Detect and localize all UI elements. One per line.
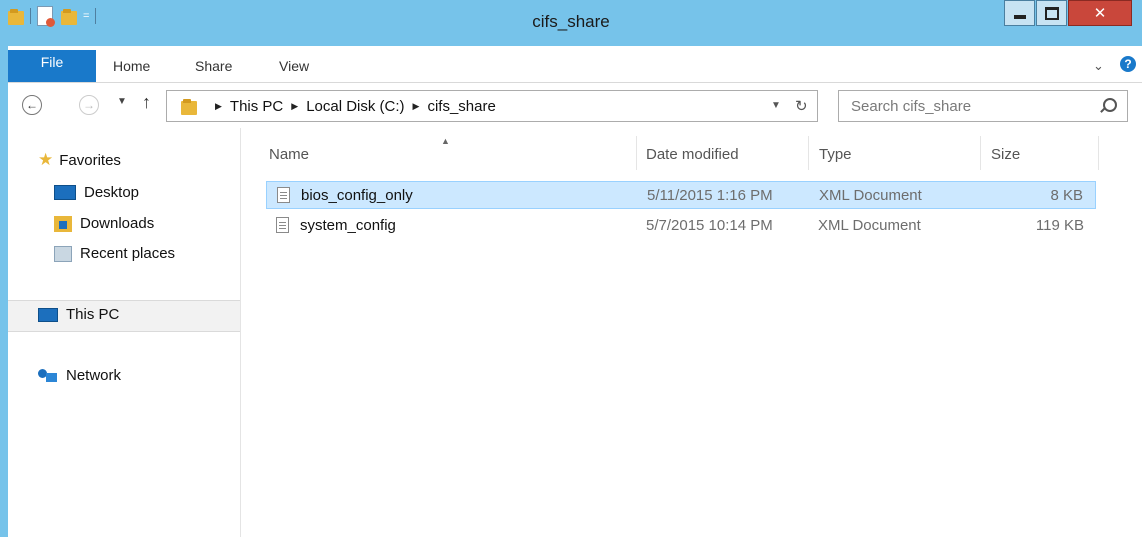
tab-file[interactable]: File <box>8 50 96 82</box>
column-divider[interactable] <box>1098 136 1099 170</box>
minimize-icon <box>1013 15 1026 19</box>
file-date-modified: 5/11/2015 1:16 PM <box>647 187 773 204</box>
recent-locations-icon[interactable]: ▼ <box>117 96 127 107</box>
address-row: ← → ▼ ↑ ▶ This PC ▶ Local Disk (C:) ▶ ci… <box>8 84 1142 126</box>
column-divider[interactable] <box>808 136 809 170</box>
file-size: 119 KB <box>1035 217 1084 234</box>
network-icon <box>38 368 58 383</box>
sort-ascending-icon: ▲ <box>441 136 450 146</box>
search-icon[interactable] <box>1103 98 1117 112</box>
close-button[interactable]: ✕ <box>1068 0 1132 26</box>
file-type: XML Document <box>819 187 922 204</box>
column-divider[interactable] <box>980 136 981 170</box>
star-icon: ★ <box>38 150 54 169</box>
nav-item-label: Desktop <box>84 184 140 201</box>
breadcrumb-cifs-share[interactable]: cifs_share <box>427 98 495 115</box>
column-label: Size <box>991 146 1021 163</box>
nav-item-downloads[interactable]: Downloads <box>54 215 154 232</box>
search-input[interactable]: Search cifs_share <box>838 90 1128 122</box>
nav-item-label: Downloads <box>80 215 155 232</box>
downloads-icon <box>54 215 72 232</box>
back-button[interactable]: ← <box>22 95 42 115</box>
search-placeholder: Search cifs_share <box>851 98 972 115</box>
table-row[interactable]: bios_config_only 5/11/2015 1:16 PM XML D… <box>266 181 1096 209</box>
close-icon: ✕ <box>1093 5 1107 22</box>
address-dropdown-icon[interactable]: ▼ <box>771 100 781 111</box>
folder-icon <box>181 97 197 115</box>
maximize-button[interactable] <box>1036 0 1067 26</box>
nav-item-network[interactable]: Network <box>38 367 121 384</box>
file-name: bios_config_only <box>301 187 413 204</box>
recent-places-icon <box>54 245 72 262</box>
up-button[interactable]: ↑ <box>142 92 151 113</box>
file-size: 8 KB <box>1050 187 1083 204</box>
file-type: XML Document <box>818 217 921 234</box>
title-bar[interactable]: = cifs_share ✕ <box>0 0 1142 46</box>
nav-item-recent-places[interactable]: Recent places <box>54 245 175 262</box>
tab-home[interactable]: Home <box>113 58 150 74</box>
column-label: Type <box>819 146 852 163</box>
expand-ribbon-icon[interactable]: ⌄ <box>1093 58 1104 74</box>
file-date-modified: 5/7/2015 10:14 PM <box>646 217 773 234</box>
xml-file-icon <box>276 217 289 233</box>
help-icon[interactable]: ? <box>1120 56 1136 72</box>
breadcrumb-local-disk[interactable]: Local Disk (C:) <box>306 98 404 115</box>
tab-share[interactable]: Share <box>195 58 232 74</box>
nav-item-label: Favorites <box>59 151 121 169</box>
nav-item-label: Network <box>66 367 122 384</box>
breadcrumb: ▶ This PC ▶ Local Disk (C:) ▶ cifs_share <box>207 98 496 115</box>
desktop-icon <box>54 185 76 200</box>
nav-item-label: Recent places <box>80 245 176 262</box>
nav-item-label: This PC <box>66 306 120 323</box>
breadcrumb-chevron-icon[interactable]: ▶ <box>215 101 222 112</box>
file-list: ▲ Name Date modified Type Size bios_conf… <box>241 128 1142 537</box>
column-label: Date modified <box>646 146 739 163</box>
nav-item-favorites[interactable]: ★ Favorites <box>38 150 121 170</box>
breadcrumb-this-pc[interactable]: This PC <box>230 98 283 115</box>
forward-button[interactable]: → <box>79 95 99 115</box>
navigation-pane: ★ Favorites Desktop Downloads Recent pla… <box>8 128 241 537</box>
nav-item-this-pc[interactable]: This PC <box>38 306 119 323</box>
xml-file-icon <box>277 187 290 203</box>
window-title: cifs_share <box>532 12 610 31</box>
refresh-icon[interactable]: ↻ <box>795 97 808 115</box>
computer-icon <box>38 307 58 322</box>
nav-item-desktop[interactable]: Desktop <box>54 184 139 201</box>
column-divider[interactable] <box>636 136 637 170</box>
tab-view[interactable]: View <box>279 58 309 74</box>
minimize-button[interactable] <box>1004 0 1035 26</box>
address-bar[interactable]: ▶ This PC ▶ Local Disk (C:) ▶ cifs_share… <box>166 90 818 122</box>
breadcrumb-chevron-icon[interactable]: ▶ <box>413 101 420 112</box>
maximize-icon <box>1044 6 1059 20</box>
breadcrumb-chevron-icon[interactable]: ▶ <box>291 101 298 112</box>
file-name: system_config <box>300 217 396 234</box>
ribbon-tabs: File Home Share View ⌄ ? <box>8 46 1142 83</box>
column-label: Name <box>269 146 310 163</box>
table-row[interactable]: system_config 5/7/2015 10:14 PM XML Docu… <box>266 212 1096 240</box>
